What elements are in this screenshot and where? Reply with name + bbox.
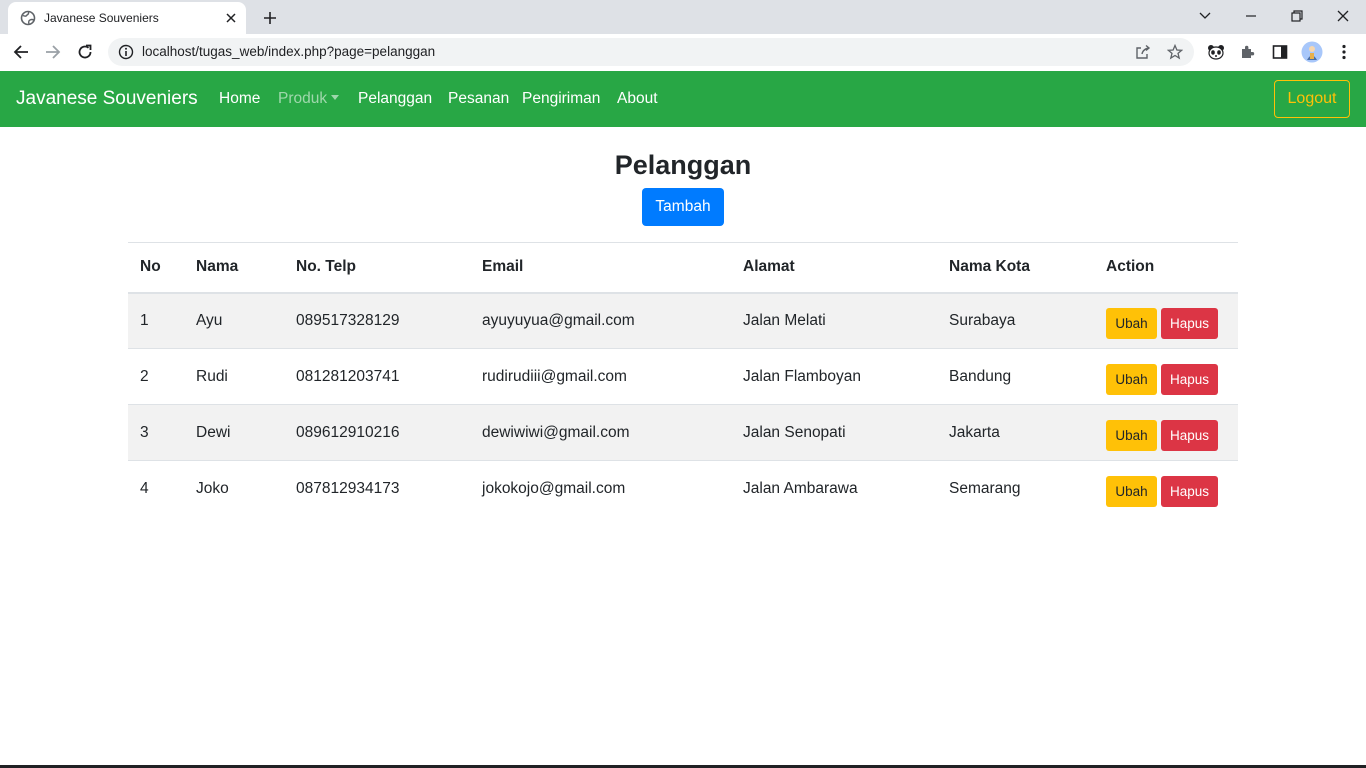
new-tab-button[interactable] (258, 6, 282, 30)
cell-nama: Dewi (196, 423, 231, 441)
site-navbar: Javanese Souveniers Home Produk Pelangga… (0, 71, 1366, 127)
nav-produk-dropdown[interactable]: Produk (278, 89, 340, 109)
side-panel-icon[interactable] (1268, 40, 1292, 64)
caret-down-icon (331, 95, 340, 100)
cell-email: ayuyuyua@gmail.com (482, 311, 635, 329)
cell-nama: Ayu (196, 311, 223, 329)
cell-telp: 087812934173 (296, 479, 400, 497)
browser-tab[interactable]: Javanese Souveniers (8, 2, 246, 34)
back-arrow-icon[interactable] (8, 39, 34, 65)
cell-action: Ubah Hapus (1094, 349, 1238, 405)
nav-pesanan[interactable]: Pesanan (448, 89, 509, 109)
cell-action: Ubah Hapus (1094, 293, 1238, 349)
nav-pengiriman[interactable]: Pengiriman (522, 89, 600, 109)
window-close-icon[interactable] (1330, 4, 1356, 28)
delete-button[interactable]: Hapus (1161, 364, 1218, 395)
cell-kota: Jakarta (949, 423, 1000, 441)
cell-no: 1 (140, 311, 149, 329)
table-header-row: No Nama No. Telp Email Alamat Nama Kota … (128, 242, 1238, 293)
cell-kota: Semarang (949, 479, 1021, 497)
logout-button[interactable]: Logout (1274, 80, 1350, 118)
globe-icon (20, 10, 36, 26)
cell-telp: 081281203741 (296, 367, 400, 385)
star-icon[interactable] (1166, 43, 1184, 61)
cell-nama: Rudi (196, 367, 228, 385)
cell-telp: 089517328129 (296, 311, 400, 329)
cell-no: 3 (140, 423, 149, 441)
cell-no: 4 (140, 479, 149, 497)
cell-kota: Bandung (949, 367, 1012, 385)
tab-title: Javanese Souveniers (44, 11, 159, 25)
table-row: 3 Dewi 089612910216 dewiwiwi@gmail.com J… (128, 404, 1238, 461)
delete-button[interactable]: Hapus (1161, 476, 1218, 508)
url-text: localhost/tugas_web/index.php?page=pelan… (142, 44, 436, 59)
delete-button[interactable]: Hapus (1161, 420, 1218, 451)
header-kota: Nama Kota (949, 258, 1030, 276)
delete-button[interactable]: Hapus (1161, 308, 1218, 340)
cell-email: rudirudiii@gmail.com (482, 367, 627, 385)
table-row: 1 Ayu 089517328129 ayuyuyua@gmail.com Ja… (128, 292, 1238, 349)
table-row: 4 Joko 087812934173 jokokojo@gmail.com J… (128, 461, 1238, 517)
cell-email: dewiwiwi@gmail.com (482, 423, 630, 441)
close-icon[interactable] (222, 9, 240, 27)
edit-button[interactable]: Ubah (1106, 420, 1157, 451)
minimize-icon[interactable] (1238, 4, 1264, 28)
add-customer-button[interactable]: Tambah (642, 188, 724, 226)
forward-arrow-icon[interactable] (40, 39, 66, 65)
browser-toolbar: localhost/tugas_web/index.php?page=pelan… (0, 34, 1366, 71)
kebab-menu-icon[interactable] (1332, 40, 1356, 64)
cell-nama: Joko (196, 479, 229, 497)
edit-button[interactable]: Ubah (1106, 364, 1157, 395)
nav-pelanggan[interactable]: Pelanggan (358, 89, 432, 109)
nav-about[interactable]: About (617, 89, 658, 109)
cell-telp: 089612910216 (296, 423, 400, 441)
cell-alamat: Jalan Flamboyan (743, 367, 862, 385)
cell-kota: Surabaya (949, 311, 1016, 329)
brand-link[interactable]: Javanese Souveniers (16, 87, 198, 111)
browser-tabstrip: Javanese Souveniers (0, 0, 1366, 34)
puzzle-extensions-icon[interactable] (1236, 40, 1260, 64)
info-icon[interactable] (118, 44, 134, 60)
nav-home[interactable]: Home (219, 89, 260, 109)
header-email: Email (482, 258, 524, 276)
customer-table: No Nama No. Telp Email Alamat Nama Kota … (128, 242, 1238, 517)
cell-no: 2 (140, 367, 149, 385)
header-nama: Nama (196, 258, 239, 276)
header-alamat: Alamat (743, 258, 795, 276)
reload-icon[interactable] (72, 39, 98, 65)
cell-action: Ubah Hapus (1094, 405, 1238, 461)
share-icon[interactable] (1134, 43, 1152, 61)
header-telp: No. Telp (296, 258, 356, 276)
panda-extension-icon[interactable] (1204, 40, 1228, 64)
edit-button[interactable]: Ubah (1106, 476, 1157, 508)
table-row: 2 Rudi 081281203741 rudirudiii@gmail.com… (128, 349, 1238, 405)
restore-icon[interactable] (1284, 4, 1310, 28)
cell-alamat: Jalan Ambarawa (743, 479, 858, 497)
cell-alamat: Jalan Melati (743, 311, 826, 329)
cell-alamat: Jalan Senopati (743, 423, 846, 441)
profile-avatar-icon[interactable] (1300, 40, 1324, 64)
nav-produk-label: Produk (278, 90, 328, 107)
header-no: No (140, 258, 161, 276)
cell-action: Ubah Hapus (1094, 461, 1238, 517)
address-bar[interactable]: localhost/tugas_web/index.php?page=pelan… (108, 38, 1194, 66)
page-title: Pelanggan (614, 150, 752, 180)
chevron-down-icon[interactable] (1192, 4, 1218, 28)
edit-button[interactable]: Ubah (1106, 308, 1157, 340)
cell-email: jokokojo@gmail.com (482, 479, 626, 497)
header-action: Action (1106, 258, 1155, 276)
